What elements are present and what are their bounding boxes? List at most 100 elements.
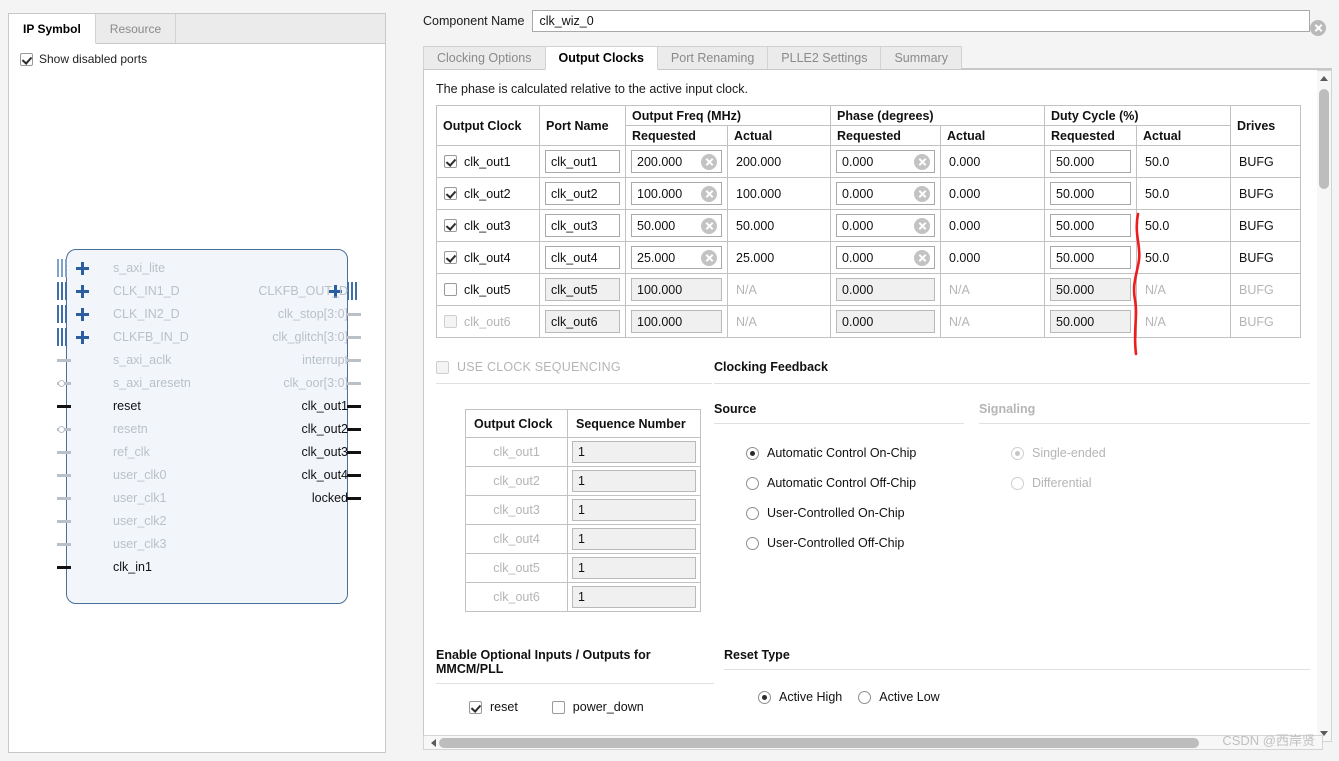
clear-circle-icon[interactable] xyxy=(1310,20,1326,36)
sequence-number-input[interactable]: 1 xyxy=(572,499,696,521)
scroll-left-icon[interactable] xyxy=(424,738,438,747)
cell-output-clock[interactable]: clk_out6 xyxy=(436,305,540,338)
cell-freq-requested[interactable]: 25.000 xyxy=(625,241,728,274)
enable-clock-checkbox[interactable] xyxy=(444,187,457,200)
sequence-number-input[interactable]: 1 xyxy=(572,528,696,550)
optional-io-checkbox-row[interactable]: reset xyxy=(469,700,518,714)
vertical-scrollbar-thumb[interactable] xyxy=(1319,89,1329,189)
reset-type-option[interactable]: Active Low xyxy=(858,682,940,712)
use-clock-sequencing-row[interactable]: USE CLOCK SEQUENCING xyxy=(436,360,712,374)
port-name-input[interactable]: clk_out6 xyxy=(545,310,620,333)
seq-number-cell[interactable]: 1 xyxy=(567,582,701,612)
phase-requested-input[interactable]: 0.000 xyxy=(836,182,935,205)
tab-clocking-options[interactable]: Clocking Options xyxy=(423,46,546,69)
scroll-up-icon[interactable] xyxy=(1317,71,1330,86)
cell-phase-requested[interactable]: 0.000 xyxy=(830,145,941,178)
freq-requested-input[interactable]: 200.000 xyxy=(631,150,722,173)
freq-requested-input[interactable]: 100.000 xyxy=(631,310,722,333)
duty-requested-input[interactable]: 50.000 xyxy=(1050,310,1131,333)
enable-clock-checkbox[interactable] xyxy=(444,283,457,296)
cell-duty-requested[interactable]: 50.000 xyxy=(1044,145,1137,178)
component-name-input[interactable]: clk_wiz_0 xyxy=(532,10,1310,32)
sequence-number-input[interactable]: 1 xyxy=(572,586,696,608)
show-disabled-ports-checkbox[interactable] xyxy=(20,52,33,66)
duty-requested-input[interactable]: 50.000 xyxy=(1050,278,1131,301)
port-name-input[interactable]: clk_out3 xyxy=(545,214,620,237)
clear-circle-icon[interactable] xyxy=(701,250,717,266)
radio-button[interactable] xyxy=(746,446,759,460)
cell-port-name[interactable]: clk_out2 xyxy=(539,177,626,210)
port-name-input[interactable]: clk_out5 xyxy=(545,278,620,301)
cell-port-name[interactable]: clk_out1 xyxy=(539,145,626,178)
cell-output-clock[interactable]: clk_out2 xyxy=(436,177,540,210)
cell-freq-requested[interactable]: 50.000 xyxy=(625,209,728,242)
tab-plle2-settings[interactable]: PLLE2 Settings xyxy=(767,46,882,69)
feedback-source-option[interactable]: User-Controlled Off-Chip xyxy=(746,528,964,558)
cell-phase-requested[interactable]: 0.000 xyxy=(830,177,941,210)
cell-output-clock[interactable]: clk_out1 xyxy=(436,145,540,178)
radio-button[interactable] xyxy=(746,506,759,520)
clear-circle-icon[interactable] xyxy=(914,250,930,266)
cell-freq-requested[interactable]: 200.000 xyxy=(625,145,728,178)
clear-circle-icon[interactable] xyxy=(701,154,717,170)
tab-output-clocks[interactable]: Output Clocks xyxy=(544,46,658,70)
cell-output-clock[interactable]: clk_out5 xyxy=(436,273,540,306)
clear-circle-icon[interactable] xyxy=(914,186,930,202)
cell-duty-requested[interactable]: 50.000 xyxy=(1044,273,1137,306)
tab-ip-symbol[interactable]: IP Symbol xyxy=(9,14,96,44)
phase-requested-input[interactable]: 0.000 xyxy=(836,278,935,301)
seq-number-cell[interactable]: 1 xyxy=(567,495,701,525)
phase-requested-input[interactable]: 0.000 xyxy=(836,246,935,269)
enable-clock-checkbox[interactable] xyxy=(444,219,457,232)
cell-duty-requested[interactable]: 50.000 xyxy=(1044,305,1137,338)
cell-port-name[interactable]: clk_out5 xyxy=(539,273,626,306)
phase-requested-input[interactable]: 0.000 xyxy=(836,214,935,237)
duty-requested-input[interactable]: 50.000 xyxy=(1050,214,1131,237)
port-name-input[interactable]: clk_out1 xyxy=(545,150,620,173)
freq-requested-input[interactable]: 25.000 xyxy=(631,246,722,269)
cell-duty-requested[interactable]: 50.000 xyxy=(1044,209,1137,242)
phase-requested-input[interactable]: 0.000 xyxy=(836,150,935,173)
radio-button[interactable] xyxy=(758,690,771,704)
clear-circle-icon[interactable] xyxy=(914,218,930,234)
duty-requested-input[interactable]: 50.000 xyxy=(1050,182,1131,205)
sequence-number-input[interactable]: 1 xyxy=(572,441,696,463)
tab-resource[interactable]: Resource xyxy=(96,14,177,43)
horizontal-scrollbar-thumb[interactable] xyxy=(439,737,1199,748)
duty-requested-input[interactable]: 50.000 xyxy=(1050,246,1131,269)
horizontal-scrollbar[interactable] xyxy=(423,735,1323,750)
seq-number-cell[interactable]: 1 xyxy=(567,437,701,467)
duty-requested-input[interactable]: 50.000 xyxy=(1050,150,1131,173)
cell-phase-requested[interactable]: 0.000 xyxy=(830,241,941,274)
ip-bus-expand-icon[interactable] xyxy=(76,308,89,321)
sequence-number-input[interactable]: 1 xyxy=(572,557,696,579)
ip-bus-expand-icon[interactable] xyxy=(76,262,89,275)
clear-circle-icon[interactable] xyxy=(914,154,930,170)
cell-phase-requested[interactable]: 0.000 xyxy=(830,305,941,338)
enable-clock-checkbox[interactable] xyxy=(444,315,457,328)
optional-io-checkbox[interactable] xyxy=(551,700,565,714)
cell-duty-requested[interactable]: 50.000 xyxy=(1044,177,1137,210)
cell-port-name[interactable]: clk_out3 xyxy=(539,209,626,242)
show-disabled-ports-row[interactable]: Show disabled ports xyxy=(9,44,385,66)
seq-number-cell[interactable]: 1 xyxy=(567,466,701,496)
cell-phase-requested[interactable]: 0.000 xyxy=(830,209,941,242)
ip-bus-expand-icon[interactable] xyxy=(76,285,89,298)
freq-requested-input[interactable]: 50.000 xyxy=(631,214,722,237)
sequence-number-input[interactable]: 1 xyxy=(572,470,696,492)
seq-number-cell[interactable]: 1 xyxy=(567,553,701,583)
radio-button[interactable] xyxy=(746,536,759,550)
feedback-source-option[interactable]: Automatic Control On-Chip xyxy=(746,438,964,468)
use-clock-sequencing-checkbox[interactable] xyxy=(436,360,449,374)
feedback-source-option[interactable]: User-Controlled On-Chip xyxy=(746,498,964,528)
radio-button[interactable] xyxy=(746,476,759,490)
port-name-input[interactable]: clk_out2 xyxy=(545,182,620,205)
cell-freq-requested[interactable]: 100.000 xyxy=(625,273,728,306)
freq-requested-input[interactable]: 100.000 xyxy=(631,278,722,301)
reset-type-option[interactable]: Active High xyxy=(758,682,842,712)
radio-button[interactable] xyxy=(858,690,872,704)
cell-duty-requested[interactable]: 50.000 xyxy=(1044,241,1137,274)
cell-phase-requested[interactable]: 0.000 xyxy=(830,273,941,306)
freq-requested-input[interactable]: 100.000 xyxy=(631,182,722,205)
vertical-scrollbar[interactable] xyxy=(1317,70,1332,742)
